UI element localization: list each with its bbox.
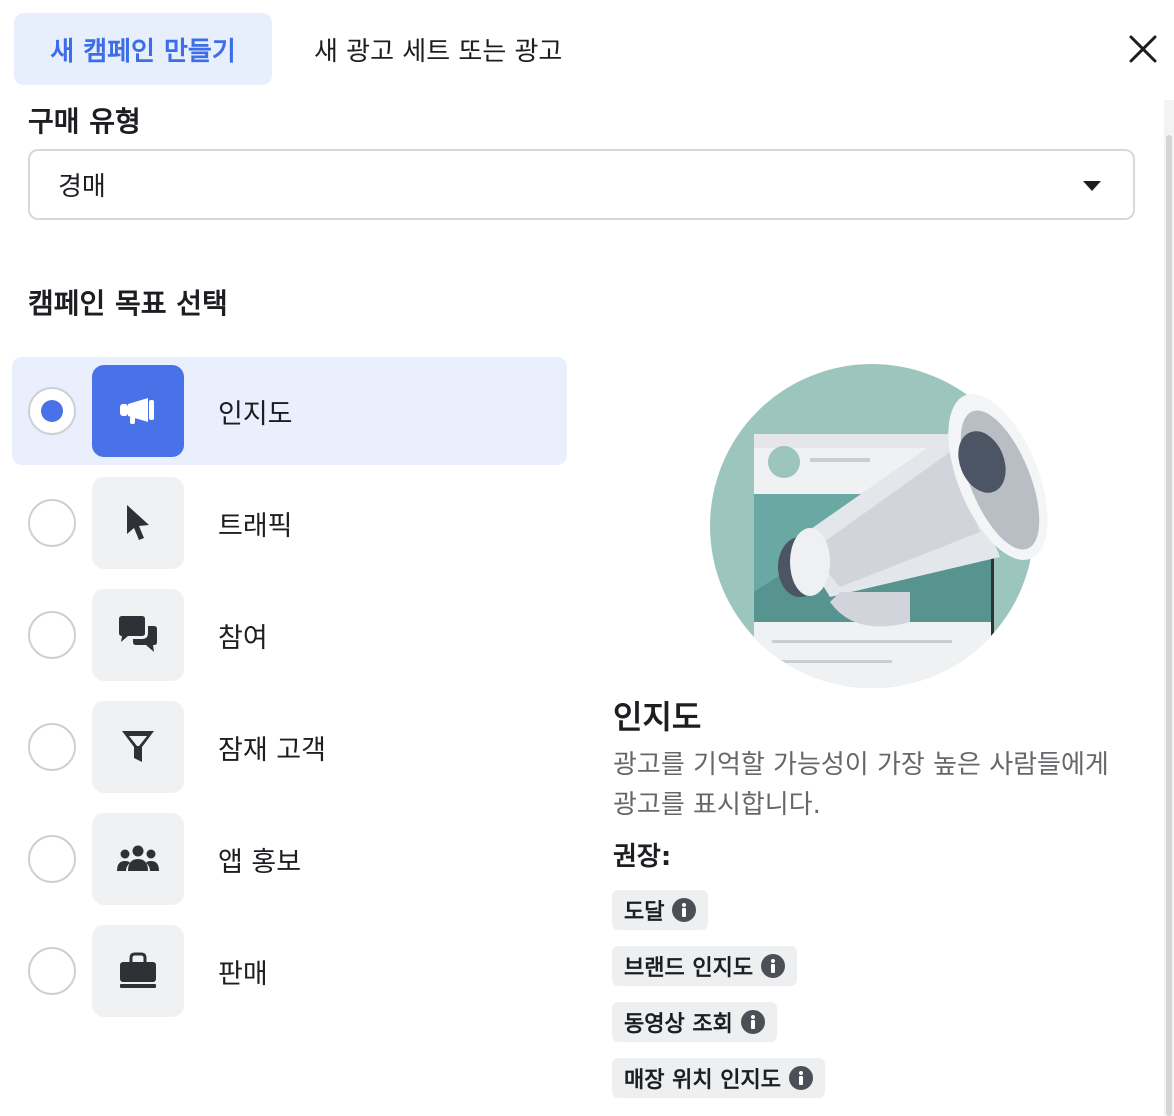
objective-app-promotion[interactable]: 앱 홍보 <box>12 805 567 913</box>
tab-new-adset-or-ad[interactable]: 새 광고 세트 또는 광고 <box>300 13 576 85</box>
recommended-chip: 도달 <box>612 890 709 930</box>
buying-type-value: 경매 <box>58 172 106 202</box>
objective-sales[interactable]: 판매 <box>12 917 567 1025</box>
chip-label: 도달 <box>624 900 665 925</box>
objective-section-title: 캠페인 목표 선택 <box>28 287 228 320</box>
objective-label: 참여 <box>218 622 268 654</box>
chat-bubbles-icon <box>119 616 157 652</box>
info-icon[interactable] <box>740 1010 765 1034</box>
radio-leads[interactable] <box>28 723 76 771</box>
objective-label: 트래픽 <box>218 510 293 542</box>
detail-description: 광고를 기억할 가능성이 가장 높은 사람들에게 광고를 표시합니다. <box>613 750 1109 820</box>
buying-type-select[interactable]: 경매 <box>28 149 1135 220</box>
recommended-label: 권장: <box>613 842 672 872</box>
info-icon[interactable] <box>761 954 786 978</box>
radio-traffic[interactable] <box>28 499 76 547</box>
objective-icon-tile <box>92 813 184 905</box>
radio-sales[interactable] <box>28 947 76 995</box>
awareness-illustration <box>700 362 1060 692</box>
recommended-chip: 브랜드 인지도 <box>612 946 798 986</box>
scrollbar-thumb[interactable] <box>1166 135 1172 1116</box>
funnel-icon <box>122 731 154 762</box>
info-icon[interactable] <box>789 1066 813 1090</box>
buying-type-label: 구매 유형 <box>28 105 141 138</box>
radio-awareness[interactable] <box>28 387 76 435</box>
info-icon[interactable] <box>672 898 697 922</box>
recommended-chip: 매장 위치 인지도 <box>612 1058 825 1098</box>
megaphone-icon <box>120 398 154 424</box>
radio-engagement[interactable] <box>28 611 76 659</box>
recommended-chip: 동영상 조회 <box>612 1002 777 1042</box>
objective-label: 앱 홍보 <box>218 846 302 878</box>
objective-label: 잠재 고객 <box>218 734 326 766</box>
chip-label: 매장 위치 인지도 <box>624 1068 781 1093</box>
objective-icon-tile <box>92 477 184 569</box>
objective-label: 인지도 <box>218 398 293 430</box>
people-group-icon <box>117 845 159 871</box>
objective-icon-tile <box>92 925 184 1017</box>
objective-awareness[interactable]: 인지도 <box>12 357 567 465</box>
objective-engagement[interactable]: 참여 <box>12 581 567 689</box>
chip-label: 브랜드 인지도 <box>624 956 754 981</box>
close-icon <box>1129 35 1157 63</box>
close-button[interactable] <box>1120 26 1166 72</box>
objective-traffic[interactable]: 트래픽 <box>12 469 567 577</box>
chip-label: 동영상 조회 <box>624 1012 733 1037</box>
detail-title: 인지도 <box>613 698 702 736</box>
radio-app-promotion[interactable] <box>28 835 76 883</box>
tab-create-campaign[interactable]: 새 캠페인 만들기 <box>14 13 272 85</box>
cursor-icon <box>127 505 149 540</box>
objective-icon-tile <box>92 589 184 681</box>
shopping-bag-icon <box>120 952 156 988</box>
objective-label: 판매 <box>218 958 268 990</box>
objective-icon-tile <box>92 701 184 793</box>
objective-leads[interactable]: 잠재 고객 <box>12 693 567 801</box>
objective-icon-tile <box>92 365 184 457</box>
caret-down-icon <box>1083 181 1101 191</box>
